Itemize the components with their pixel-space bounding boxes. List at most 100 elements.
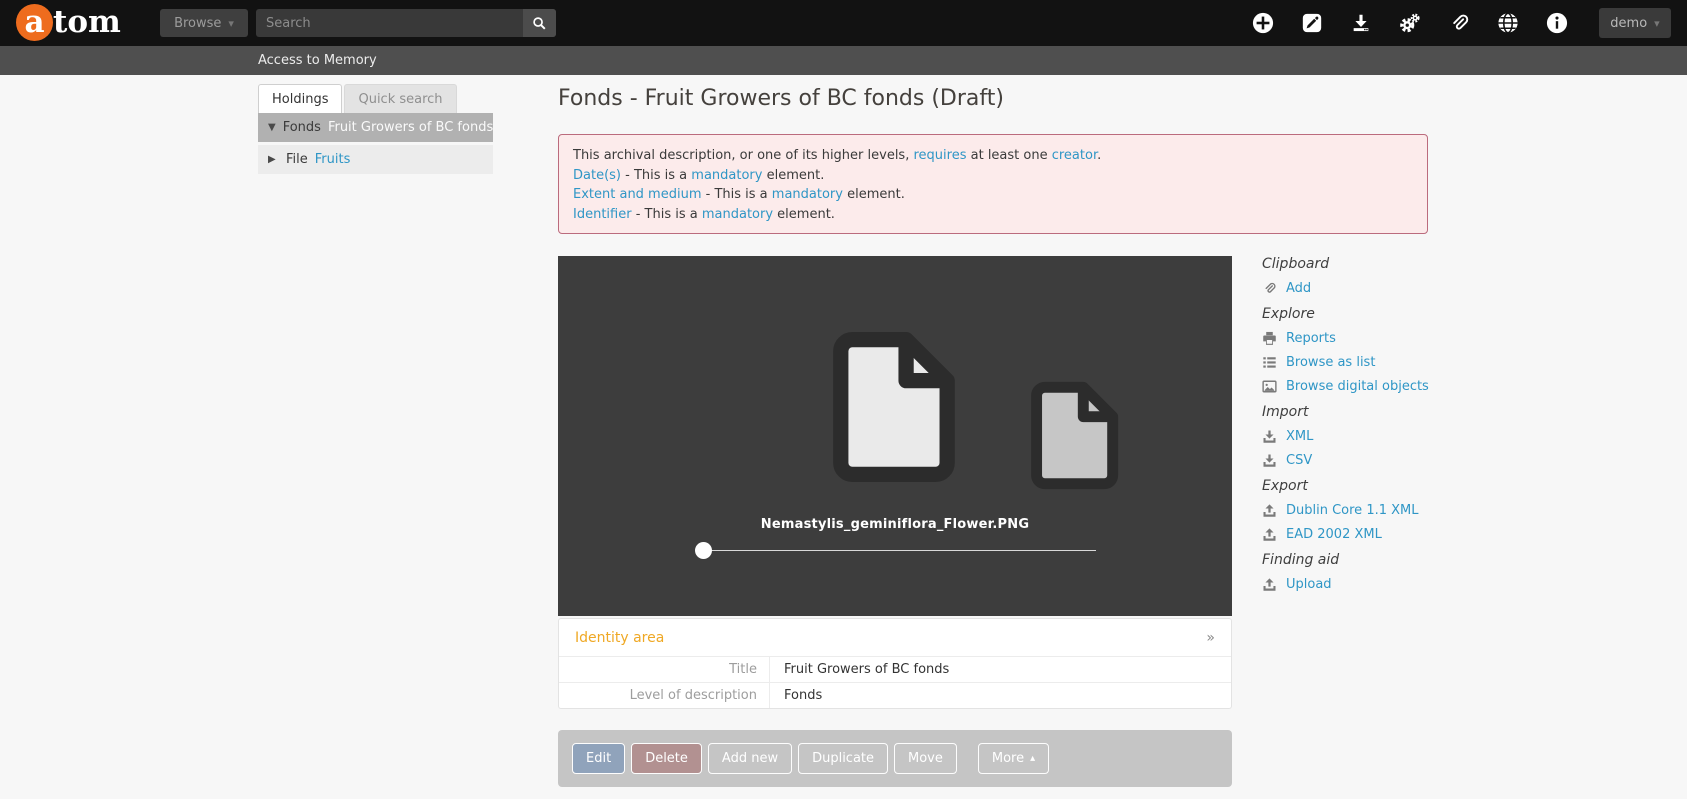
validation-message: This archival description, or one of its…: [573, 148, 1102, 163]
field-label: Level of description: [559, 683, 770, 708]
admin-button[interactable]: [1399, 12, 1421, 34]
edit-button[interactable]: Edit: [572, 743, 626, 774]
clipboard-button[interactable]: [1448, 12, 1470, 34]
paperclip-icon: [1453, 14, 1469, 30]
tree-level-label: File: [286, 152, 308, 167]
globe-icon: [1498, 12, 1518, 34]
browse-digital-objects-link[interactable]: Browse digital objects: [1262, 379, 1432, 394]
tab-holdings[interactable]: Holdings: [258, 84, 343, 113]
browse-as-list-link[interactable]: Browse as list: [1262, 355, 1432, 370]
digital-object-carousel: Nemastylis_geminiflora_Flower.PNG: [558, 256, 1232, 616]
section-heading-clipboard: Clipboard: [1262, 256, 1330, 272]
search-input[interactable]: [256, 9, 523, 37]
section-heading: Identity area: [575, 630, 665, 646]
creator-link[interactable]: creator: [1052, 148, 1097, 163]
search-icon: [533, 16, 546, 30]
breadcrumb-bar: Access to Memory: [0, 46, 1687, 75]
validation-messages: This archival description, or one of its…: [558, 134, 1428, 234]
download-icon: [1353, 14, 1369, 32]
export-dublin-core-link[interactable]: Dublin Core 1.1 XML: [1262, 503, 1432, 518]
identifier-link[interactable]: Identifier: [573, 207, 632, 222]
mandatory-link[interactable]: mandatory: [772, 187, 843, 202]
browse-menu-button[interactable]: Browse ▾: [160, 9, 248, 37]
breadcrumb[interactable]: Access to Memory: [258, 53, 377, 68]
digital-object-filename: Nemastylis_geminiflora_Flower.PNG: [760, 517, 1030, 532]
finding-aid-upload-link[interactable]: Upload: [1262, 577, 1432, 592]
upload-icon: [1263, 504, 1276, 517]
quick-links-button[interactable]: [1546, 12, 1568, 34]
delete-button[interactable]: Delete: [631, 743, 702, 774]
user-label: demo: [1610, 15, 1648, 31]
section-heading-finding-aid: Finding aid: [1262, 552, 1340, 568]
validation-message: Date(s) - This is a mandatory element.: [573, 167, 825, 183]
image-icon: [1262, 380, 1277, 393]
treeview-sidebar: Holdings Quick search ▼ Fonds Fruit Grow…: [258, 84, 493, 177]
collapse-arrow-icon[interactable]: ▼: [268, 122, 276, 133]
duplicate-button[interactable]: Duplicate: [798, 743, 889, 774]
field-label: Title: [559, 657, 770, 682]
double-chevron-icon[interactable]: »: [1206, 630, 1215, 646]
import-button[interactable]: [1350, 12, 1372, 34]
upload-icon: [1263, 528, 1276, 541]
add-new-button[interactable]: Add new: [707, 743, 793, 774]
expand-arrow-icon[interactable]: ▶: [268, 154, 279, 165]
field-row-title: Title Fruit Growers of BC fonds: [559, 656, 1231, 682]
printer-icon: [1263, 331, 1276, 345]
treeview-tabs: Holdings Quick search: [258, 84, 493, 113]
validation-message: Identifier - This is a mandatory element…: [573, 206, 835, 222]
context-menu: Clipboard Add Explore Reports Browse as …: [1262, 252, 1432, 601]
requires-link[interactable]: requires: [913, 148, 966, 163]
chevron-up-icon: ▴: [1030, 753, 1036, 764]
info-icon: [1546, 12, 1568, 34]
header-icon-menu: [1252, 12, 1568, 34]
clipboard-add-link[interactable]: Add: [1262, 281, 1432, 296]
tree-item-title[interactable]: Fruits: [315, 152, 351, 167]
atom-application: a tom Browse ▾ Search demo ▾ Access to M…: [0, 0, 1687, 799]
tab-quick-search[interactable]: Quick search: [344, 84, 457, 113]
global-search: [256, 9, 556, 37]
carousel-slider-track[interactable]: [704, 550, 1096, 551]
tree-item-fonds[interactable]: ▼ Fonds Fruit Growers of BC fonds: [258, 113, 493, 142]
move-button[interactable]: Move: [894, 743, 957, 774]
browse-label: Browse: [174, 15, 222, 31]
document-thumbnail-icon[interactable]: [826, 328, 963, 486]
document-thumbnail-icon[interactable]: [1025, 379, 1125, 492]
section-heading-import: Import: [1262, 404, 1309, 420]
field-value: Fonds: [784, 688, 823, 703]
validation-message: Extent and medium - This is a mandatory …: [573, 187, 905, 202]
extent-link[interactable]: Extent and medium: [573, 187, 702, 202]
tree-item-title[interactable]: Fruit Growers of BC fonds: [328, 120, 493, 135]
reports-link[interactable]: Reports: [1262, 331, 1432, 346]
dates-link[interactable]: Date(s): [573, 168, 621, 183]
logo-a-badge: a: [16, 4, 53, 41]
tree-item-file[interactable]: ▶ File Fruits: [258, 145, 493, 174]
language-button[interactable]: [1497, 12, 1519, 34]
add-button[interactable]: [1252, 12, 1274, 34]
carousel-slider-handle[interactable]: [695, 542, 712, 559]
search-button[interactable]: [523, 9, 556, 37]
user-menu-button[interactable]: demo ▾: [1599, 8, 1671, 38]
download-icon: [1263, 430, 1276, 443]
import-xml-link[interactable]: XML: [1262, 429, 1432, 444]
holdings-tree: ▼ Fonds Fruit Growers of BC fonds ▶ File…: [258, 113, 493, 174]
more-label: More: [991, 751, 1025, 766]
download-icon: [1263, 454, 1276, 467]
export-ead-link[interactable]: EAD 2002 XML: [1262, 527, 1432, 542]
mandatory-link[interactable]: mandatory: [691, 168, 762, 183]
field-row-level-of-description: Level of description Fonds: [559, 682, 1231, 708]
identity-area-panel: Identity area » Title Fruit Growers of B…: [558, 618, 1232, 709]
chevron-down-icon: ▾: [1654, 16, 1660, 30]
mandatory-link[interactable]: mandatory: [702, 207, 773, 222]
gears-icon: [1400, 13, 1420, 33]
import-csv-link[interactable]: CSV: [1262, 453, 1432, 468]
chevron-down-icon: ▾: [228, 16, 234, 30]
page-title: Fonds - Fruit Growers of BC fonds (Draft…: [558, 86, 1004, 111]
atom-logo[interactable]: a tom: [16, 4, 121, 41]
section-heading-explore: Explore: [1262, 306, 1315, 322]
section-heading-export: Export: [1262, 478, 1308, 494]
pencil-icon: [1302, 13, 1322, 33]
edit-button[interactable]: [1301, 12, 1323, 34]
plus-circle-icon: [1252, 12, 1274, 34]
more-button[interactable]: More ▴: [977, 743, 1050, 774]
tree-level-label: Fonds: [282, 120, 321, 135]
